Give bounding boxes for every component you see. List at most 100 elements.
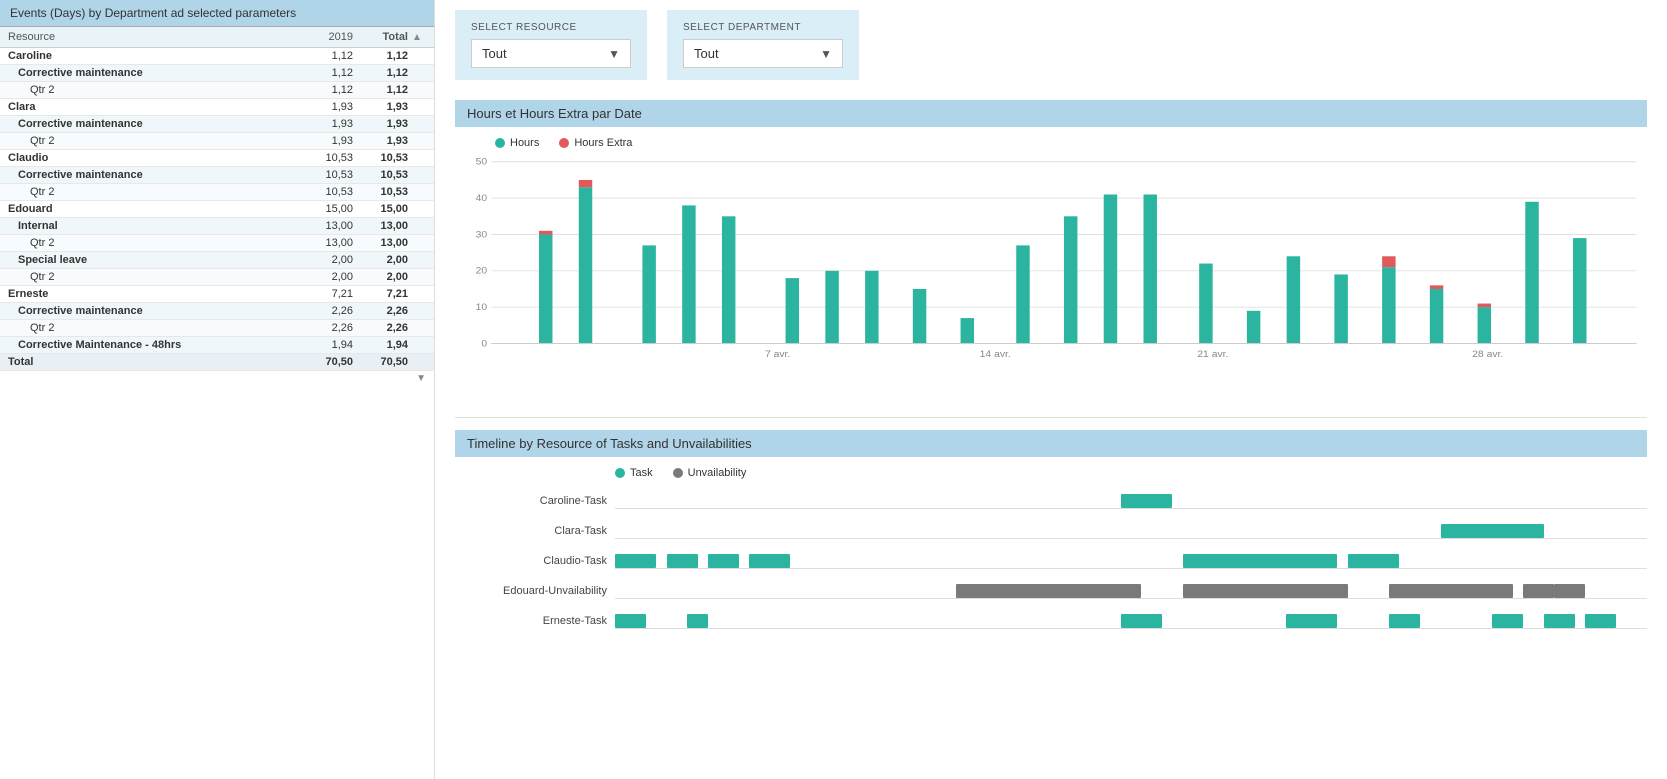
department-dropdown-group: SELECT DEPARTMENT Tout ▼ [667, 10, 859, 80]
timeline-chart: Caroline-TaskClara-TaskClaudio-TaskEdoua… [455, 487, 1647, 635]
row-name: Internal [18, 220, 298, 232]
resource-dropdown-arrow: ▼ [608, 47, 620, 61]
timeline-bar [1492, 614, 1523, 628]
bar-chart-title: Hours et Hours Extra par Date [455, 100, 1647, 127]
timeline-bar [1441, 524, 1544, 538]
row-year: 13,00 [298, 220, 353, 232]
row-year: 15,00 [298, 203, 353, 215]
table-row: Corrective Maintenance - 48hrs 1,94 1,94 [0, 337, 434, 354]
row-year: 2,00 [298, 271, 353, 283]
row-name: Corrective Maintenance - 48hrs [18, 339, 298, 351]
resource-dropdown-group: SELECT RESOURCE Tout ▼ [455, 10, 647, 80]
table-row: Claudio 10,53 10,53 [0, 150, 434, 167]
timeline-track [615, 613, 1647, 629]
row-year: 13,00 [298, 237, 353, 249]
row-year: 7,21 [298, 288, 353, 300]
svg-text:30: 30 [476, 230, 488, 241]
scroll-down-button[interactable]: ▼ [0, 371, 434, 386]
svg-text:14 avr.: 14 avr. [980, 349, 1011, 360]
timeline-track [615, 553, 1647, 569]
timeline-track [615, 493, 1647, 509]
svg-text:20: 20 [476, 266, 488, 277]
timeline-row: Claudio-Task [455, 547, 1647, 575]
timeline-unavailability-label: Unvailability [688, 467, 747, 479]
row-total: 10,53 [353, 152, 408, 164]
legend-hours-extra-label: Hours Extra [574, 137, 632, 149]
timeline-row: Clara-Task [455, 517, 1647, 545]
row-total: 2,26 [353, 322, 408, 334]
row-total: 1,93 [353, 101, 408, 113]
row-name: Qtr 2 [30, 271, 298, 283]
timeline-unavailability-dot [673, 468, 683, 478]
row-total: 13,00 [353, 237, 408, 249]
left-panel: Events (Days) by Department ad selected … [0, 0, 435, 779]
table-row: Corrective maintenance 2,26 2,26 [0, 303, 434, 320]
row-year: 2,00 [298, 254, 353, 266]
resource-dropdown-label: SELECT RESOURCE [471, 22, 631, 33]
svg-text:40: 40 [476, 193, 488, 204]
table-row: Corrective maintenance 1,93 1,93 [0, 116, 434, 133]
table-row: Qtr 2 1,12 1,12 [0, 82, 434, 99]
timeline-bar [1554, 584, 1585, 598]
timeline-bar [1523, 584, 1554, 598]
timeline-bar [1544, 614, 1575, 628]
timeline-bar [1389, 584, 1513, 598]
divider [455, 417, 1647, 418]
department-dropdown-label: SELECT DEPARTMENT [683, 22, 843, 33]
department-dropdown[interactable]: Tout ▼ [683, 39, 843, 68]
table-row: Qtr 2 2,00 2,00 [0, 269, 434, 286]
row-total: 7,21 [353, 288, 408, 300]
timeline-bar [956, 584, 1142, 598]
svg-text:7 avr.: 7 avr. [765, 349, 790, 360]
row-name: Corrective maintenance [18, 169, 298, 181]
row-total: 2,26 [353, 305, 408, 317]
timeline-bar [615, 554, 656, 568]
row-total: 10,53 [353, 169, 408, 181]
table-row: Internal 13,00 13,00 [0, 218, 434, 235]
row-name: Special leave [18, 254, 298, 266]
row-total: 15,00 [353, 203, 408, 215]
left-panel-title: Events (Days) by Department ad selected … [0, 0, 434, 27]
svg-text:10: 10 [476, 302, 488, 313]
table-row: Clara 1,93 1,93 [0, 99, 434, 116]
dropdowns-row: SELECT RESOURCE Tout ▼ SELECT DEPARTMENT… [455, 10, 1647, 80]
legend-hours-extra: Hours Extra [559, 137, 632, 149]
timeline-legend-unavailability: Unvailability [673, 467, 747, 479]
row-total: 1,93 [353, 118, 408, 130]
row-total: 1,12 [353, 67, 408, 79]
svg-text:50: 50 [476, 157, 488, 168]
department-dropdown-arrow: ▼ [820, 47, 832, 61]
timeline-task-dot [615, 468, 625, 478]
row-year: 10,53 [298, 152, 353, 164]
timeline-row-label: Claudio-Task [455, 555, 615, 567]
row-name: Corrective maintenance [18, 67, 298, 79]
timeline-bar [1121, 494, 1173, 508]
timeline-bar [615, 614, 646, 628]
row-total: 2,00 [353, 271, 408, 283]
row-year: 1,94 [298, 339, 353, 351]
row-name: Clara [8, 101, 298, 113]
timeline-bar [1286, 614, 1338, 628]
total-total: 70,50 [353, 356, 408, 368]
col-header-total: Total [353, 31, 408, 43]
row-name: Qtr 2 [30, 84, 298, 96]
row-year: 1,12 [298, 50, 353, 62]
row-name: Qtr 2 [30, 322, 298, 334]
scroll-up-button[interactable]: ▲ [408, 32, 426, 43]
resource-dropdown[interactable]: Tout ▼ [471, 39, 631, 68]
row-total: 2,00 [353, 254, 408, 266]
table-header: Resource 2019 Total ▲ [0, 27, 434, 48]
row-year: 10,53 [298, 186, 353, 198]
legend-hours-label: Hours [510, 137, 539, 149]
timeline-bar [1183, 554, 1338, 568]
row-year: 2,26 [298, 322, 353, 334]
table-row: Qtr 2 1,93 1,93 [0, 133, 434, 150]
svg-text:0: 0 [481, 339, 487, 350]
total-2019: 70,50 [298, 356, 353, 368]
row-total: 1,12 [353, 50, 408, 62]
timeline-bar [1348, 554, 1400, 568]
timeline-bar [667, 554, 698, 568]
row-name: Edouard [8, 203, 298, 215]
timeline-row: Edouard-Unvailability [455, 577, 1647, 605]
timeline-track [615, 583, 1647, 599]
